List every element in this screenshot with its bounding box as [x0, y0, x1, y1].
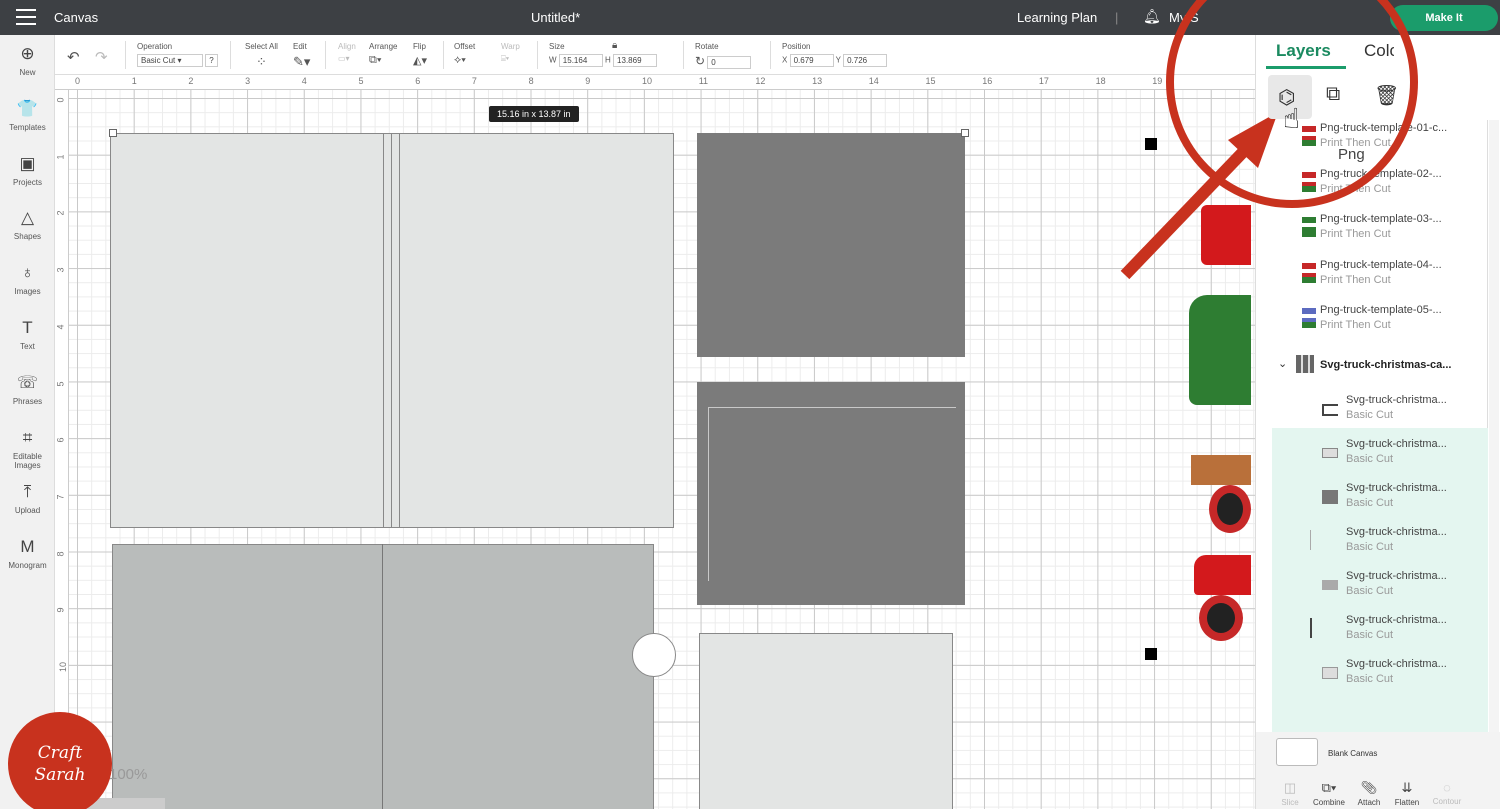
arrow-line [1120, 145, 1250, 280]
watermark-text: Craft [38, 743, 83, 763]
hand-cursor-icon: ☝ [1283, 102, 1300, 135]
svg-text:Sarah: Sarah [35, 765, 86, 785]
zoomed-layer-label: Png [1338, 146, 1365, 163]
annotation-overlay: ⌬ ☝ Craft Sarah [8, 0, 1418, 809]
